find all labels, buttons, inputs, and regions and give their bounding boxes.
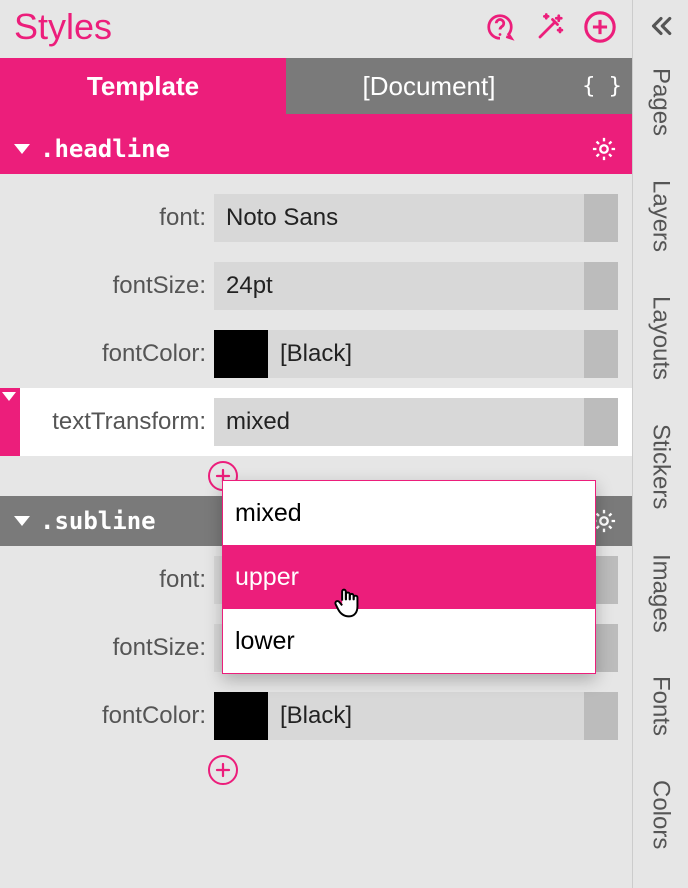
add-prop-row-subline bbox=[0, 750, 632, 790]
sidebar-item-stickers[interactable]: Stickers bbox=[647, 424, 675, 509]
panel-header: Styles bbox=[0, 0, 632, 58]
fontcolor-value: [Black] bbox=[268, 340, 584, 368]
color-swatch[interactable] bbox=[214, 330, 268, 378]
drag-handle[interactable] bbox=[584, 262, 618, 310]
section-name: .headline bbox=[40, 135, 170, 163]
fontcolor-select[interactable]: [Black] bbox=[214, 330, 618, 378]
prop-row-fontcolor: fontColor: [Black] bbox=[0, 320, 632, 388]
prop-label: font: bbox=[0, 566, 214, 594]
fontsize-value: 24pt bbox=[214, 272, 584, 300]
drag-handle[interactable] bbox=[584, 330, 618, 378]
code-view-button[interactable]: { } bbox=[572, 58, 632, 114]
prop-label: fontSize: bbox=[0, 634, 214, 662]
sidebar-item-layers[interactable]: Layers bbox=[647, 180, 675, 252]
dropdown-option-lower[interactable]: lower bbox=[223, 609, 595, 673]
texttransform-dropdown[interactable]: mixed upper lower bbox=[222, 480, 596, 674]
texttransform-value: mixed bbox=[214, 408, 584, 436]
dropdown-option-mixed[interactable]: mixed bbox=[223, 481, 595, 545]
chevron-down-icon bbox=[14, 144, 30, 154]
panel-title: Styles bbox=[14, 6, 112, 48]
fontsize-input[interactable]: 24pt bbox=[214, 262, 618, 310]
magic-wand-icon[interactable] bbox=[532, 9, 568, 45]
help-icon[interactable] bbox=[482, 9, 518, 45]
section-header-headline[interactable]: .headline bbox=[0, 114, 632, 184]
texttransform-select[interactable]: mixed bbox=[214, 398, 618, 446]
drag-handle[interactable] bbox=[584, 692, 618, 740]
chevron-down-icon bbox=[2, 392, 16, 401]
font-select[interactable]: Noto Sans bbox=[214, 194, 618, 242]
dropdown-option-upper[interactable]: upper bbox=[223, 545, 595, 609]
prop-row-fontsize: fontSize: 24pt bbox=[0, 252, 632, 320]
drag-handle[interactable] bbox=[584, 194, 618, 242]
sidebar-item-colors[interactable]: Colors bbox=[647, 780, 675, 849]
prop-row-fontcolor: fontColor: [Black] bbox=[0, 682, 632, 750]
collapse-sidebar-button[interactable] bbox=[641, 6, 681, 46]
fontcolor-select[interactable]: [Black] bbox=[214, 692, 618, 740]
prop-label: fontColor: bbox=[0, 702, 214, 730]
prop-label: textTransform: bbox=[0, 408, 214, 436]
add-style-button[interactable] bbox=[582, 9, 618, 45]
section-name: .subline bbox=[40, 507, 156, 535]
chevron-down-icon bbox=[14, 516, 30, 526]
scope-tabs: Template [Document] { } bbox=[0, 58, 632, 114]
sidebar-item-pages[interactable]: Pages bbox=[647, 68, 675, 136]
prop-row-texttransform: textTransform: mixed bbox=[0, 388, 632, 456]
fontcolor-value: [Black] bbox=[268, 702, 584, 730]
right-sidebar: Pages Layers Layouts Stickers Images Fon… bbox=[632, 0, 688, 888]
prop-label: font: bbox=[0, 204, 214, 232]
tab-document[interactable]: [Document] bbox=[286, 58, 572, 114]
prop-label: fontSize: bbox=[0, 272, 214, 300]
drag-handle[interactable] bbox=[584, 398, 618, 446]
font-value: Noto Sans bbox=[214, 204, 584, 232]
color-swatch[interactable] bbox=[214, 692, 268, 740]
prop-row-font: font: Noto Sans bbox=[0, 184, 632, 252]
add-property-button[interactable] bbox=[208, 755, 238, 785]
gear-icon[interactable] bbox=[590, 135, 618, 163]
prop-label: fontColor: bbox=[0, 340, 214, 368]
header-actions bbox=[482, 9, 618, 45]
sidebar-item-layouts[interactable]: Layouts bbox=[647, 296, 675, 380]
sidebar-item-fonts[interactable]: Fonts bbox=[647, 676, 675, 736]
tab-template[interactable]: Template bbox=[0, 58, 286, 114]
sidebar-item-images[interactable]: Images bbox=[647, 554, 675, 633]
